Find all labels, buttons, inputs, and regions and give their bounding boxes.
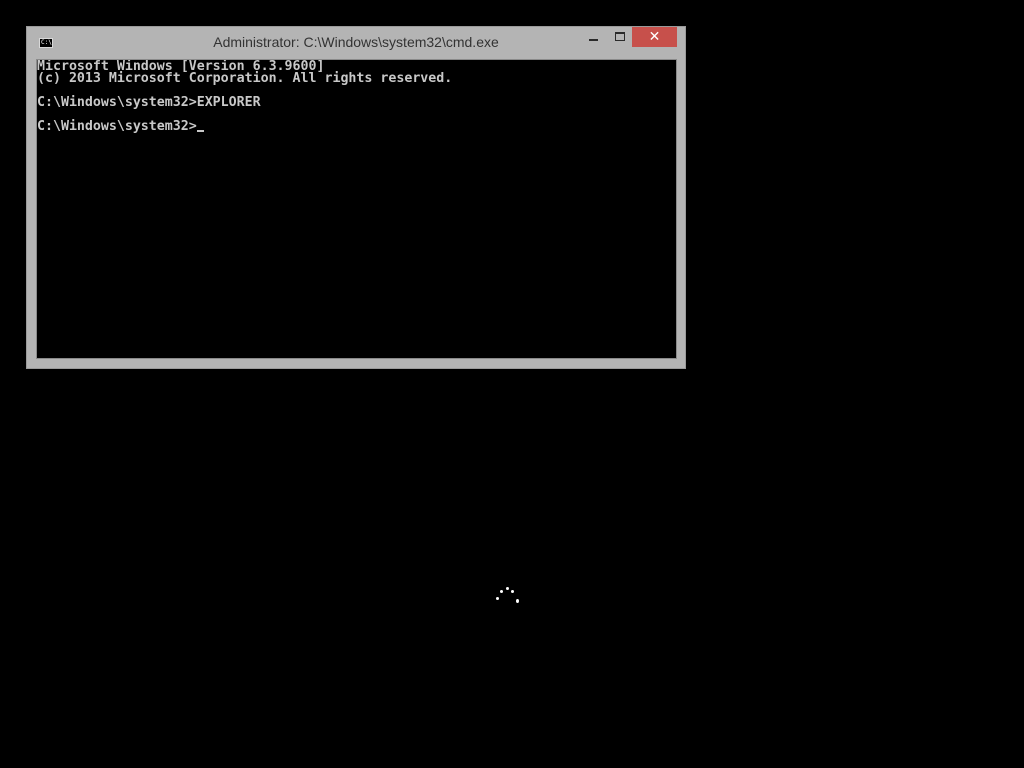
spinner-dot [506,587,509,590]
console-prompt: C:\Windows\system32> [37,119,197,134]
close-icon: ✕ [648,29,661,45]
desktop: C:\. Administrator: C:\Windows\system32\… [0,0,1024,768]
spinner-dot [516,599,519,603]
title-bar[interactable]: C:\. Administrator: C:\Windows\system32\… [27,27,685,59]
spinner-dot [496,597,499,600]
spinner-dot [511,590,514,593]
console-line-command: C:\Windows\system32>EXPLORER [37,95,261,110]
console-line-copyright: (c) 2013 Microsoft Corporation. All righ… [37,71,453,86]
close-button[interactable]: ✕ [632,27,677,47]
minimize-button[interactable] [582,27,606,47]
maximize-button[interactable] [608,27,632,47]
loading-spinner-icon [494,585,522,607]
spinner-dot [500,590,503,593]
console-prompt-line[interactable]: C:\Windows\system32> [37,119,204,134]
console-output[interactable]: Microsoft Windows [Version 6.3.9600] (c)… [36,59,677,359]
cmd-window[interactable]: C:\. Administrator: C:\Windows\system32\… [26,26,686,369]
text-cursor [196,130,204,132]
